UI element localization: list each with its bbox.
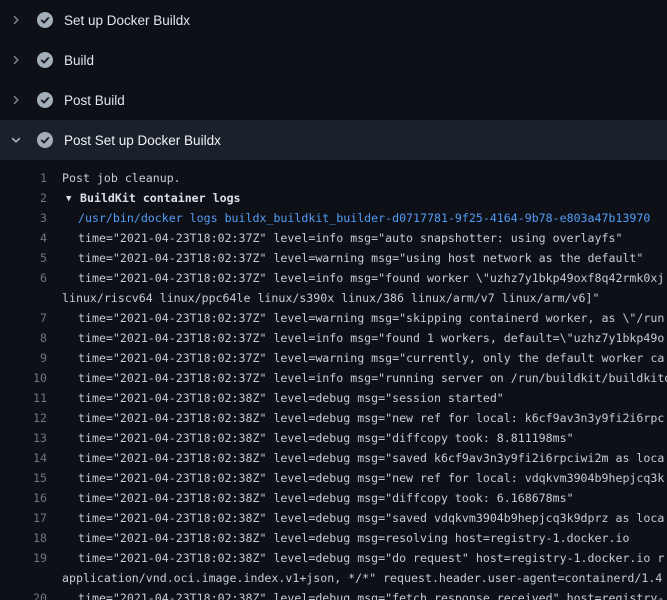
- log-text: time="2021-04-23T18:02:37Z" level=warnin…: [78, 308, 664, 328]
- step-header-set-up-docker-buildx[interactable]: Set up Docker Buildx: [0, 0, 667, 40]
- step-header-build[interactable]: Build: [0, 40, 667, 80]
- line-number[interactable]: 19: [0, 548, 47, 568]
- log-line: 20 time="2021-04-23T18:02:38Z" level=debu…: [0, 588, 667, 600]
- chevron-right-icon: [10, 54, 22, 66]
- log-text: time="2021-04-23T18:02:38Z" level=debug …: [78, 388, 504, 408]
- step-label: Set up Docker Buildx: [64, 13, 190, 28]
- log-line: 9 time="2021-04-23T18:02:37Z" level=warni…: [0, 348, 667, 368]
- chevron-down-icon: [10, 134, 22, 146]
- step-header-post-set-up-docker-buildx[interactable]: Post Set up Docker Buildx: [0, 120, 667, 160]
- line-number[interactable]: 11: [0, 388, 47, 408]
- log-text: time="2021-04-23T18:02:38Z" level=debug …: [78, 408, 664, 428]
- log-line: 10 time="2021-04-23T18:02:37Z" level=info…: [0, 368, 667, 388]
- log-text: time="2021-04-23T18:02:37Z" level=info m…: [78, 268, 664, 288]
- log-text: time="2021-04-23T18:02:38Z" level=debug …: [78, 448, 664, 468]
- log-line: 12 time="2021-04-23T18:02:38Z" level=debu…: [0, 408, 667, 428]
- log-line: 3/usr/bin/docker logs buildx_buildkit_bu…: [0, 208, 667, 228]
- line-number[interactable]: 4: [0, 228, 47, 248]
- log-text: time="2021-04-23T18:02:38Z" level=debug …: [78, 488, 574, 508]
- check-circle-icon: [37, 52, 53, 68]
- log-text: time="2021-04-23T18:02:38Z" level=debug …: [78, 548, 664, 568]
- line-number[interactable]: 5: [0, 248, 47, 268]
- log-text: application/vnd.oci.image.index.v1+json,…: [62, 568, 662, 588]
- log-text: time="2021-04-23T18:02:38Z" level=debug …: [78, 528, 629, 548]
- log-line: 15 time="2021-04-23T18:02:38Z" level=debu…: [0, 468, 667, 488]
- line-number[interactable]: 13: [0, 428, 47, 448]
- log-line: 8 time="2021-04-23T18:02:37Z" level=info …: [0, 328, 667, 348]
- line-number: [0, 288, 47, 308]
- log-line: 14 time="2021-04-23T18:02:38Z" level=debu…: [0, 448, 667, 468]
- log-command-text: /usr/bin/docker logs buildx_buildkit_bui…: [78, 208, 650, 228]
- step-label: Post Build: [64, 93, 125, 108]
- log-line: 16 time="2021-04-23T18:02:38Z" level=debu…: [0, 488, 667, 508]
- log-line: 7 time="2021-04-23T18:02:37Z" level=warni…: [0, 308, 667, 328]
- step-label: Build: [64, 53, 94, 68]
- line-number[interactable]: 14: [0, 448, 47, 468]
- log-line: 19 time="2021-04-23T18:02:38Z" level=debu…: [0, 548, 667, 568]
- log-text: time="2021-04-23T18:02:38Z" level=debug …: [78, 468, 664, 488]
- line-number[interactable]: 18: [0, 528, 47, 548]
- line-number[interactable]: 8: [0, 328, 47, 348]
- line-number[interactable]: 15: [0, 468, 47, 488]
- check-circle-icon: [37, 92, 53, 108]
- line-number[interactable]: 10: [0, 368, 47, 388]
- log-text: time="2021-04-23T18:02:38Z" level=debug …: [78, 508, 664, 528]
- log-line: 2 ▼BuildKit container logs: [0, 188, 667, 208]
- chevron-right-icon: [10, 14, 22, 26]
- line-number[interactable]: 6: [0, 268, 47, 288]
- log-text: time="2021-04-23T18:02:37Z" level=info m…: [78, 228, 622, 248]
- log-line: 13 time="2021-04-23T18:02:38Z" level=debu…: [0, 428, 667, 448]
- log-text: linux/riscv64 linux/ppc64le linux/s390x …: [62, 288, 599, 308]
- log-text: time="2021-04-23T18:02:37Z" level=info m…: [78, 328, 664, 348]
- log-text: Post job cleanup.: [62, 168, 181, 188]
- steps-list: Set up Docker Buildx Build Post Build Post …: [0, 0, 667, 600]
- line-number[interactable]: 1: [0, 168, 47, 188]
- check-circle-icon: [37, 12, 53, 28]
- log-line: linux/riscv64 linux/ppc64le linux/s390x …: [0, 288, 667, 308]
- log-line: 11 time="2021-04-23T18:02:38Z" level=debu…: [0, 388, 667, 408]
- log-line: 17 time="2021-04-23T18:02:38Z" level=debu…: [0, 508, 667, 528]
- group-collapse-caret-icon[interactable]: ▼: [66, 189, 80, 208]
- line-number[interactable]: 17: [0, 508, 47, 528]
- chevron-right-icon: [10, 94, 22, 106]
- check-circle-icon: [37, 132, 53, 148]
- step-header-post-build[interactable]: Post Build: [0, 80, 667, 120]
- log-text: time="2021-04-23T18:02:38Z" level=debug …: [78, 428, 574, 448]
- log-text: time="2021-04-23T18:02:38Z" level=debug …: [78, 588, 664, 600]
- actions-log-viewer: Set up Docker Buildx Build Post Build Post …: [0, 0, 667, 600]
- log-line: application/vnd.oci.image.index.v1+json,…: [0, 568, 667, 588]
- log-line: 6 time="2021-04-23T18:02:37Z" level=info …: [0, 268, 667, 288]
- log-text: time="2021-04-23T18:02:37Z" level=info m…: [78, 368, 667, 388]
- line-number[interactable]: 9: [0, 348, 47, 368]
- log-line: 4 time="2021-04-23T18:02:37Z" level=info …: [0, 228, 667, 248]
- line-number[interactable]: 7: [0, 308, 47, 328]
- log-text: time="2021-04-23T18:02:37Z" level=warnin…: [78, 248, 643, 268]
- group-title: BuildKit container logs: [80, 191, 241, 205]
- line-number[interactable]: 2: [0, 188, 47, 208]
- log-line: 5 time="2021-04-23T18:02:37Z" level=warni…: [0, 248, 667, 268]
- log-body: 1 Post job cleanup. 2 ▼BuildKit container l…: [0, 160, 667, 600]
- log-text: ▼BuildKit container logs: [66, 188, 241, 208]
- line-number[interactable]: 20: [0, 588, 47, 600]
- line-number[interactable]: 3: [0, 208, 47, 228]
- log-line: 1 Post job cleanup.: [0, 168, 667, 188]
- step-label: Post Set up Docker Buildx: [64, 133, 221, 148]
- log-text: time="2021-04-23T18:02:37Z" level=warnin…: [78, 348, 664, 368]
- line-number: [0, 568, 47, 588]
- line-number[interactable]: 16: [0, 488, 47, 508]
- line-number[interactable]: 12: [0, 408, 47, 428]
- log-line: 18 time="2021-04-23T18:02:38Z" level=debu…: [0, 528, 667, 548]
